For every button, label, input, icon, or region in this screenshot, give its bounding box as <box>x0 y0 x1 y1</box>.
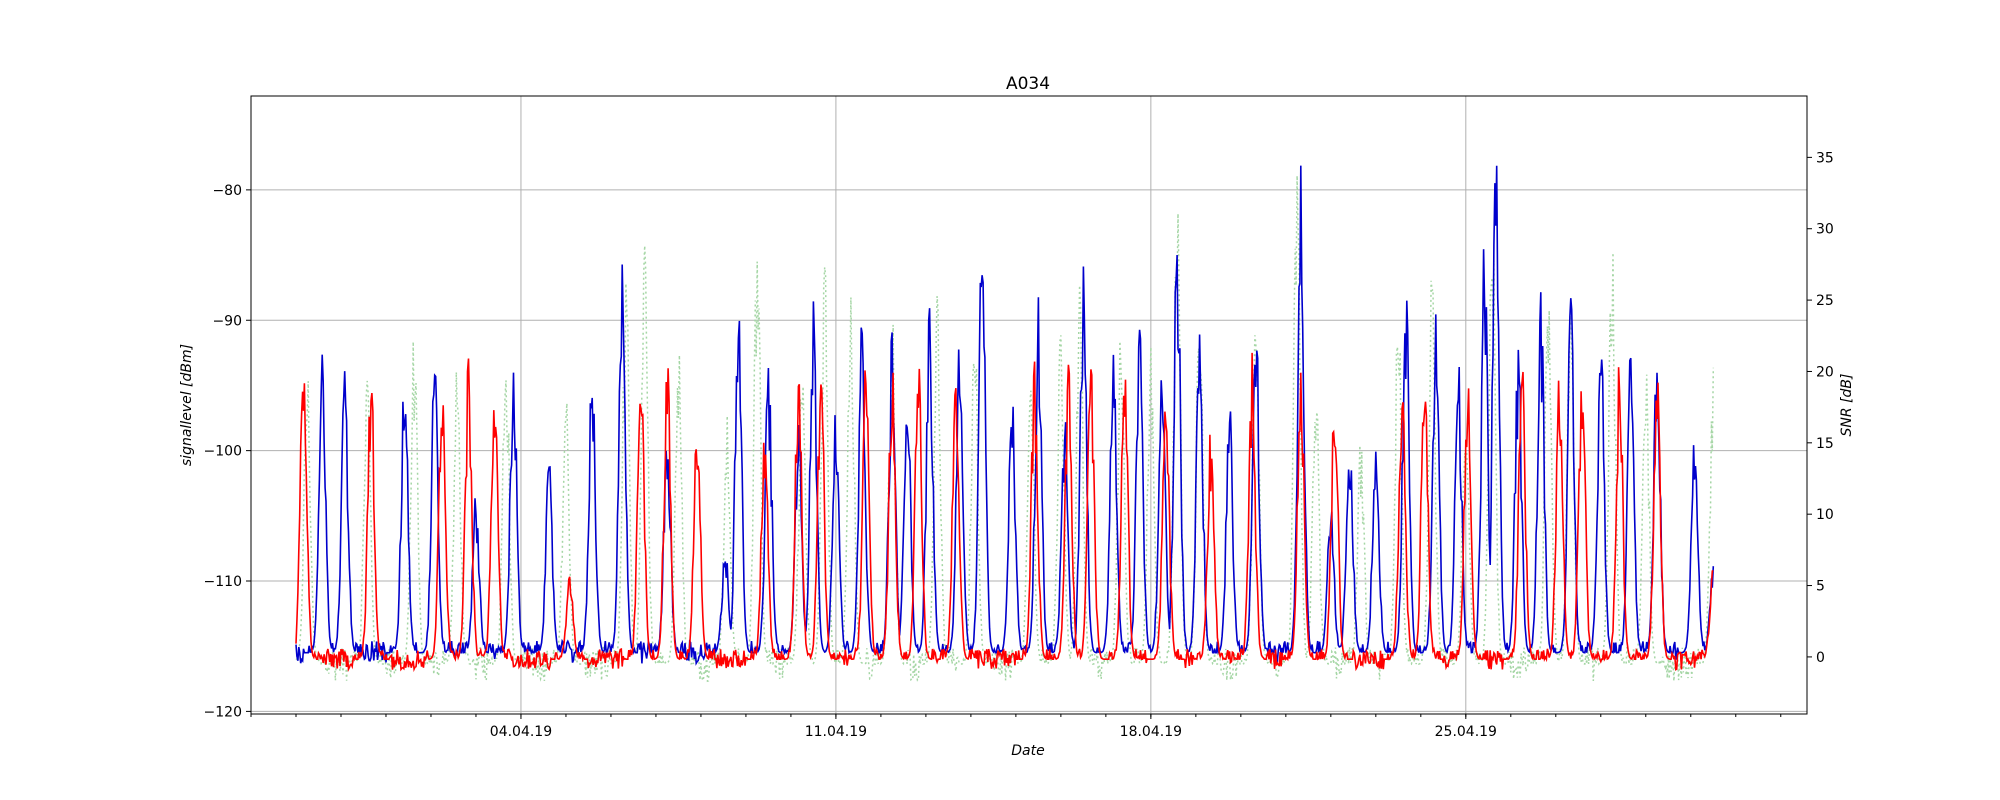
series-layer <box>295 165 1715 684</box>
y-tick-label-right: 5 <box>1816 579 1825 595</box>
x-tick-label: 25.04.19 <box>1435 724 1497 740</box>
chart: A034 04.04.19 11.04.19 18.04.19 25.04.19 −1… <box>179 74 1855 759</box>
y-tick-label-right: 30 <box>1816 222 1834 238</box>
y-tick-label-left: −100 <box>204 444 242 460</box>
chart-title: A034 <box>1006 74 1050 94</box>
y-axis-left: −120 −110 −100 −90 −80 <box>204 183 251 720</box>
y-tick-label-right: 20 <box>1816 364 1834 380</box>
x-axis-label: Date <box>1011 743 1044 759</box>
y-tick-label-right: 15 <box>1816 436 1834 452</box>
y-tick-label-right: 25 <box>1816 293 1834 309</box>
y-tick-label-left: −110 <box>204 574 242 590</box>
x-tick-label: 18.04.19 <box>1120 724 1182 740</box>
series-line-2 <box>295 165 1715 666</box>
y-tick-label-left: −90 <box>212 313 242 329</box>
x-tick-label: 11.04.19 <box>805 724 867 740</box>
y-axis-label-left: signallevel [dBm] <box>179 344 195 466</box>
y-tick-label-left: −80 <box>212 183 242 199</box>
x-tick-label: 04.04.19 <box>490 724 552 740</box>
y-tick-label-right: 0 <box>1816 650 1825 666</box>
series-line-1 <box>295 175 1715 684</box>
y-tick-label-right: 35 <box>1816 150 1834 166</box>
y-axis-right: 0 5 10 15 20 25 30 35 <box>1807 150 1834 666</box>
y-axis-label-right: SNR [dB] <box>1839 374 1855 437</box>
x-axis: 04.04.19 11.04.19 18.04.19 25.04.19 <box>250 714 1782 740</box>
y-tick-label-left: −120 <box>204 704 242 720</box>
y-tick-label-right: 10 <box>1816 507 1834 523</box>
